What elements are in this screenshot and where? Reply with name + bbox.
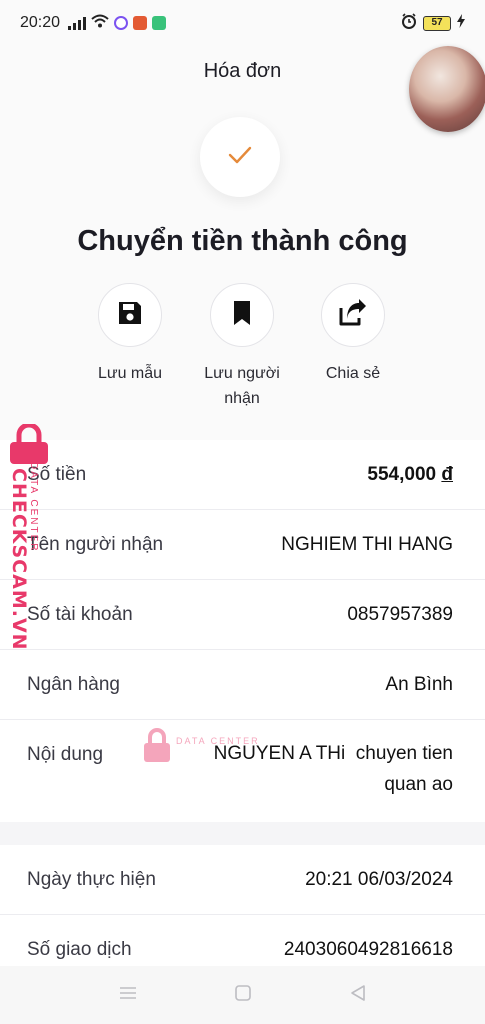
account-row: Số tài khoản 0857957389 bbox=[0, 580, 485, 650]
bookmark-icon bbox=[231, 300, 253, 331]
action-bar: Lưu mẫu Lưu người nhận Chia sẻ bbox=[0, 283, 485, 413]
bank-label: Ngân hàng bbox=[27, 674, 120, 695]
recipient-value: NGHIEM THI HANG bbox=[281, 534, 453, 555]
battery-icon: 57 bbox=[423, 15, 451, 31]
share-icon bbox=[338, 298, 368, 332]
lock-icon bbox=[142, 728, 172, 769]
date-label: Ngày thực hiện bbox=[27, 869, 156, 890]
watermark-center: DATA CENTER bbox=[142, 728, 302, 768]
amount-value: 554,000 đ bbox=[367, 464, 453, 486]
date-row: Ngày thực hiện 20:21 06/03/2024 bbox=[0, 845, 485, 915]
bank-value: An Bình bbox=[385, 674, 453, 695]
currency-symbol: đ bbox=[441, 464, 453, 485]
wifi-icon bbox=[91, 14, 109, 33]
share-label: Chia sẻ bbox=[325, 365, 381, 382]
status-right: 57 bbox=[401, 12, 465, 34]
bank-row: Ngân hàng An Bình bbox=[0, 650, 485, 720]
watermark-center-sub: DATA CENTER bbox=[176, 736, 260, 746]
avatar[interactable] bbox=[409, 46, 485, 132]
app-icon bbox=[133, 16, 148, 30]
recipient-row: Tên người nhận NGHIEM THI HANG bbox=[0, 510, 485, 580]
transaction-card: Ngày thực hiện 20:21 06/03/2024 Số giao … bbox=[0, 845, 485, 975]
amount-row: Số tiền 554,000 đ bbox=[0, 440, 485, 510]
save-icon bbox=[116, 299, 144, 332]
back-icon[interactable] bbox=[349, 984, 367, 1007]
status-time: 20:20 bbox=[20, 14, 61, 31]
messenger-icon bbox=[114, 16, 129, 30]
home-icon[interactable] bbox=[234, 984, 252, 1007]
content-label: Nội dung bbox=[27, 744, 104, 765]
date-value: 20:21 06/03/2024 bbox=[305, 869, 453, 890]
status-icons bbox=[68, 14, 167, 33]
charging-icon bbox=[457, 13, 465, 33]
menu-icon[interactable] bbox=[118, 985, 138, 1006]
checkmark-icon bbox=[227, 145, 253, 170]
success-title: Chuyển tiền thành công bbox=[77, 225, 408, 257]
save-recipient-button[interactable] bbox=[210, 283, 274, 347]
transaction-id-value: 2403060492816618 bbox=[283, 939, 453, 960]
share-action[interactable]: Chia sẻ bbox=[298, 283, 408, 386]
system-nav-bar bbox=[0, 966, 485, 1024]
success-badge bbox=[200, 117, 280, 197]
transaction-id-label: Số giao dịch bbox=[27, 939, 132, 960]
watermark-sub: DATA CENTER bbox=[28, 462, 39, 553]
account-value: 0857957389 bbox=[347, 604, 453, 625]
share-button[interactable] bbox=[321, 283, 385, 347]
save-recipient-label: Lưu người nhận bbox=[204, 365, 280, 407]
save-recipient-action[interactable]: Lưu người nhận bbox=[187, 283, 297, 411]
save-template-action[interactable]: Lưu mẫu bbox=[75, 283, 185, 386]
lock-icon bbox=[6, 422, 52, 466]
status-bar: 20:20 57 bbox=[0, 0, 485, 46]
save-template-label: Lưu mẫu bbox=[97, 365, 163, 382]
amount-number: 554,000 bbox=[367, 464, 437, 485]
save-template-button[interactable] bbox=[98, 283, 162, 347]
signal-icon bbox=[68, 16, 87, 30]
content-line-2: quan ao bbox=[384, 774, 453, 795]
alarm-icon bbox=[401, 12, 417, 34]
watermark-brand: CHECKSCAM.VN bbox=[8, 468, 30, 651]
app-icon bbox=[152, 16, 167, 30]
